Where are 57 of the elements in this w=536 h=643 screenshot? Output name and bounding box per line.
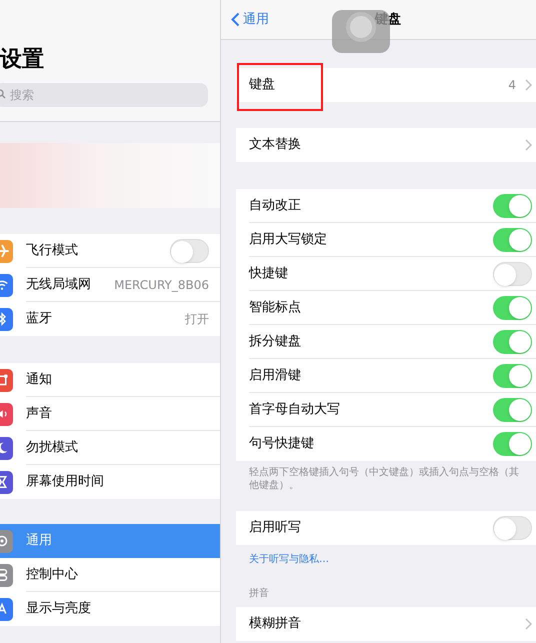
sidebar-item-label: 声音 bbox=[26, 404, 53, 423]
row-label: 模糊拼音 bbox=[249, 615, 302, 634]
row-label: 快捷键 bbox=[249, 264, 289, 283]
settings-row[interactable]: 键盘 4 bbox=[236, 68, 536, 102]
settings-row[interactable]: 首字母自动大写 bbox=[236, 393, 536, 427]
toggle-switch[interactable] bbox=[493, 364, 532, 388]
sidebar-item-label: 控制中心 bbox=[26, 566, 79, 584]
settings-row[interactable]: 启用滑键 bbox=[236, 359, 536, 393]
chevron-left-icon bbox=[231, 12, 240, 27]
row-label: 拆分键盘 bbox=[249, 332, 302, 351]
row-label: 智能标点 bbox=[249, 298, 302, 317]
row-label: 键盘 bbox=[249, 76, 276, 94]
sidebar-item-label: 通知 bbox=[26, 370, 53, 389]
toggle-switch[interactable] bbox=[493, 194, 532, 218]
row-label: 启用滑键 bbox=[249, 366, 302, 385]
toggle-switch[interactable] bbox=[493, 330, 532, 354]
row-label: 启用听写 bbox=[249, 519, 302, 538]
settings-row[interactable]: 句号快捷键 bbox=[236, 427, 536, 461]
sidebar-item-label: 显示与亮度 bbox=[26, 600, 92, 618]
sidebar-item-label: 通用 bbox=[26, 532, 53, 550]
chevron-icon bbox=[525, 79, 532, 91]
toggle-switch[interactable] bbox=[493, 432, 532, 456]
sidebar-item-label: 蓝牙 bbox=[26, 310, 53, 328]
settings-row[interactable]: 快捷键 bbox=[236, 257, 536, 291]
toggle-switch[interactable] bbox=[493, 296, 532, 320]
row-label: 自动改正 bbox=[249, 196, 302, 215]
sidebar-item-label: 无线局域网 bbox=[26, 276, 92, 294]
toggle-switch[interactable] bbox=[170, 238, 209, 262]
settings-row[interactable]: 启用大写锁定 bbox=[236, 223, 536, 257]
chevron-icon bbox=[525, 139, 532, 151]
toggle-switch[interactable] bbox=[493, 262, 532, 286]
row-value: 4 bbox=[508, 77, 516, 94]
settings-row[interactable]: 自动改正 bbox=[236, 189, 536, 223]
setting-value: 打开 bbox=[185, 311, 209, 328]
section-footer: 轻点两下空格键插入句号（中文键盘）或插入句点与空格（其他键盘）。 bbox=[236, 461, 536, 511]
sidebar-title: 设置 bbox=[0, 46, 45, 74]
setting-value: MERCURY_8B06 bbox=[114, 276, 209, 294]
sidebar-item-label: 屏幕使用时间 bbox=[26, 473, 105, 492]
sidebar-item-label: 飞行模式 bbox=[26, 242, 79, 260]
chevron-icon bbox=[525, 618, 532, 630]
row-label: 启用大写锁定 bbox=[249, 230, 328, 249]
settings-row[interactable]: 文本替换 bbox=[236, 128, 536, 162]
row-label: 首字母自动大写 bbox=[249, 400, 341, 419]
toggle-switch[interactable] bbox=[493, 228, 532, 252]
row-label: 句号快捷键 bbox=[249, 435, 315, 454]
sidebar-item-label: 勿扰模式 bbox=[26, 438, 79, 457]
section-header: 拼音 bbox=[248, 586, 270, 601]
toggle-switch[interactable] bbox=[493, 398, 532, 422]
settings-row[interactable]: 智能标点 bbox=[236, 291, 536, 325]
search-field[interactable]: 搜索 bbox=[0, 83, 208, 107]
settings-row[interactable]: 模糊拼音 bbox=[236, 607, 536, 641]
back-button[interactable]: 通用 bbox=[231, 10, 269, 30]
row-label: 文本替换 bbox=[249, 136, 302, 154]
settings-row[interactable]: 启用听写 bbox=[236, 511, 536, 545]
toggle-switch[interactable] bbox=[493, 516, 532, 540]
profile-card[interactable] bbox=[0, 143, 220, 208]
settings-row[interactable]: 拆分键盘 bbox=[236, 325, 536, 359]
